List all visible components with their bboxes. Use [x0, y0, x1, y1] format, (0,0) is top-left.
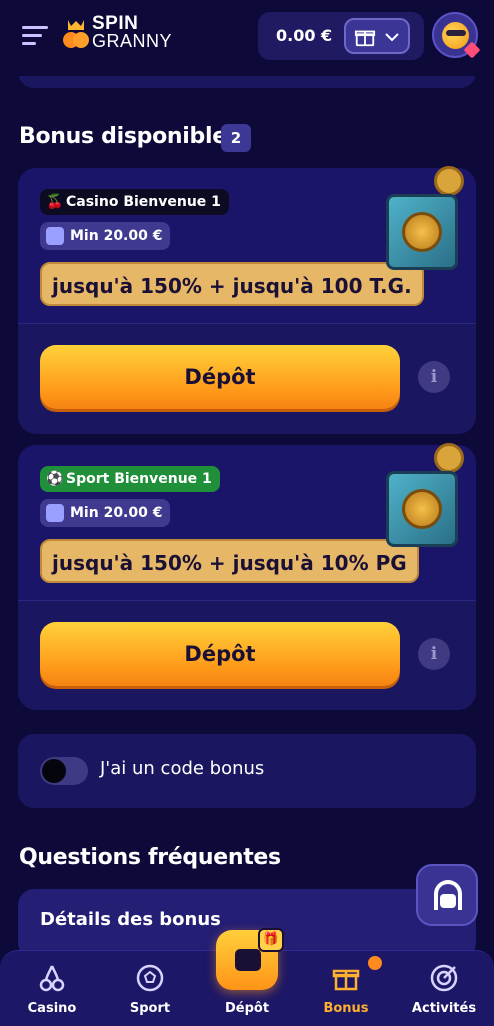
soccer-ball-icon: ⚽: [46, 471, 64, 487]
deposit-fab-button[interactable]: 🎁: [216, 928, 284, 990]
bonus-code-label: J'ai un code bonus: [100, 758, 265, 779]
logo-mark-icon: [63, 20, 89, 48]
cherry-icon: 🍒: [46, 194, 64, 210]
nav-item-sport[interactable]: Sport: [101, 951, 199, 1026]
bonus-offer-text: jusqu'à 150% + jusqu'à 10% PG: [40, 539, 419, 583]
cherry-icon: [39, 965, 65, 992]
avatar-badge-icon: [463, 41, 481, 59]
bonus-tag: 🍒 Casino Bienvenue 1: [40, 189, 229, 215]
bonus-section-title: Bonus disponibles: [19, 124, 240, 149]
nav-label-casino: Casino: [27, 1001, 77, 1016]
toggle-knob: [42, 759, 66, 783]
gift-icon: [354, 30, 376, 47]
coin-icon: [434, 443, 464, 473]
bonus-offer-text: jusqu'à 150% + jusqu'à 100 T.G.: [40, 262, 424, 306]
logo-text-granny: GRANNY: [92, 31, 173, 51]
bonus-tag-label: Sport Bienvenue 1: [66, 471, 212, 487]
bonus-count-badge: 2: [221, 124, 251, 152]
notification-dot: [368, 956, 382, 970]
bonus-card-sport: ⚽ Sport Bienvenue 1 Min 20.00 € jusqu'à …: [18, 443, 476, 710]
user-avatar[interactable]: [432, 12, 481, 59]
soccer-ball-icon: [136, 964, 164, 992]
nav-item-casino[interactable]: Casino: [3, 951, 101, 1026]
support-chat-button[interactable]: [416, 864, 478, 926]
nav-label-sport: Sport: [129, 1001, 171, 1016]
nav-label-bonus: Bonus: [323, 1001, 369, 1016]
deposit-icon: [46, 227, 64, 245]
avatar-glasses-icon: [446, 30, 466, 36]
safe-dial: [402, 212, 442, 252]
chevron-down-icon: [385, 33, 399, 42]
card-divider: [18, 323, 476, 324]
faq-section-title: Questions fréquentes: [19, 845, 281, 870]
headset-mic: [440, 894, 456, 908]
min-deposit-label: Min 20.00 €: [70, 505, 163, 521]
safe-dial: [402, 489, 442, 529]
min-deposit-badge: Min 20.00 €: [40, 222, 171, 250]
deposit-button[interactable]: Dépôt: [40, 622, 400, 686]
min-deposit-badge: Min 20.00 €: [40, 499, 171, 527]
gift-dropdown-button[interactable]: [344, 18, 410, 54]
bonus-code-toggle[interactable]: [40, 757, 88, 785]
bonus-code-card: J'ai un code bonus: [18, 734, 476, 808]
gift-badge-icon: 🎁: [258, 928, 284, 952]
min-deposit-label: Min 20.00 €: [70, 228, 163, 244]
bonus-card-casino: 🍒 Casino Bienvenue 1 Min 20.00 € jusqu'à…: [18, 166, 476, 434]
gift-icon: [332, 969, 360, 991]
card-divider: [18, 600, 476, 601]
nav-label-deposit: Dépôt: [224, 1001, 270, 1016]
info-icon[interactable]: i: [418, 361, 450, 393]
wallet-widget[interactable]: 0.00 €: [258, 12, 424, 60]
deposit-button[interactable]: Dépôt: [40, 345, 400, 409]
bonus-tag: ⚽ Sport Bienvenue 1: [40, 466, 220, 492]
faq-question: Détails des bonus: [40, 909, 221, 930]
top-header: SPIN GRANNY 0.00 €: [0, 0, 494, 76]
wallet-icon: [235, 949, 261, 971]
bonus-tag-label: Casino Bienvenue 1: [66, 194, 221, 210]
coin-icon: [434, 166, 464, 196]
balance-amount: 0.00 €: [276, 26, 333, 45]
target-icon: [430, 964, 458, 992]
safe-illustration-icon: [378, 166, 466, 276]
info-icon[interactable]: i: [418, 638, 450, 670]
safe-illustration-icon: [378, 443, 466, 553]
hamburger-menu-icon[interactable]: [22, 26, 48, 46]
nav-label-activities: Activités: [411, 1001, 477, 1016]
spin-granny-logo[interactable]: SPIN GRANNY: [62, 12, 182, 56]
deposit-icon: [46, 504, 64, 522]
nav-item-activities[interactable]: Activités: [395, 951, 493, 1026]
